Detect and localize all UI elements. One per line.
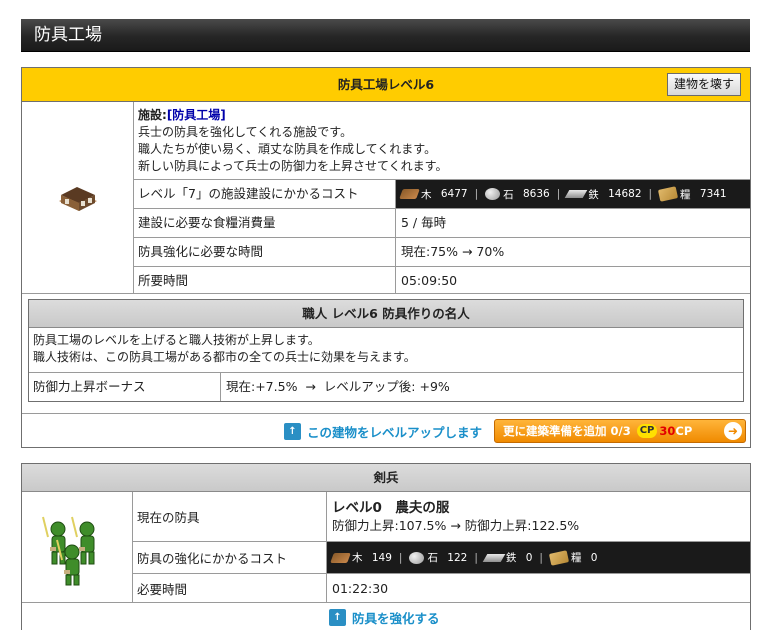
wood-icon (330, 552, 351, 563)
armor-stats: 防御力上昇:107.5% → 防御力上昇:122.5% (332, 518, 580, 533)
armor-label: 現在の防具 (133, 492, 327, 541)
stone-value: 8636 (522, 188, 550, 200)
facility-header: 防具工場レベル6 建物を壊す (22, 68, 750, 102)
unit-image (22, 492, 133, 603)
separator: | (556, 188, 561, 200)
facility-header-title: 防具工場レベル6 (337, 77, 435, 92)
duration-label: 所要時間 (134, 267, 396, 293)
facility-image (22, 102, 134, 294)
bonus-value: 現在:+7.5% → レベルアップ後: +9% (226, 379, 450, 394)
cost-values: 木 6477 | 石 8636 | 鉄 14682 | 糧 7341 (396, 180, 750, 208)
separator: | (474, 188, 479, 200)
separator: | (474, 551, 478, 564)
armor-name: レベル0 農夫の服 (332, 500, 450, 516)
wood-value: 149 (371, 551, 392, 564)
enhance-time-label: 防具強化に必要な時間 (134, 238, 396, 266)
description-line: 職人たちが使い易く、頑丈な防具を作成してくれます。 (138, 142, 437, 156)
armor-cost-row: 防具の強化にかかるコスト 木 149 | 石 122 | 鉄 0 | 糧 0 (133, 542, 750, 574)
stone-label: 石 (427, 552, 438, 564)
description-line: 新しい防具によって兵士の防御力を上昇させてくれます。 (138, 159, 448, 173)
enhance-icon: ↑ (329, 609, 346, 626)
food-row: 建設に必要な食糧消費量 5 / 毎時 (134, 209, 750, 238)
enhance-time-value: 現在:75% → 70% (401, 244, 505, 259)
stone-icon (409, 551, 425, 564)
iron-icon (482, 553, 506, 562)
food-label: 建設に必要な食糧消費量 (134, 209, 396, 237)
iron-icon (564, 190, 588, 198)
page-title: 防具工場 (21, 19, 750, 52)
stone-label: 石 (503, 188, 514, 201)
levelup-label: この建物をレベルアップします (307, 425, 483, 440)
enhance-label: 防具を強化する (352, 611, 440, 626)
wood-value: 6477 (440, 188, 468, 200)
stone-icon (485, 188, 501, 200)
cp-amount: 30 (659, 424, 676, 438)
facility-label: 施設: (138, 108, 167, 122)
arrow-right-icon: ➜ (724, 422, 742, 440)
grain-value: 7341 (699, 188, 727, 200)
armor-time-row: 必要時間 01:22:30 (133, 574, 750, 603)
duration-value: 05:09:50 (401, 273, 458, 288)
grain-label: 糧 (570, 552, 582, 564)
food-value: 5 / 毎時 (401, 215, 447, 230)
description-line: 兵士の防具を強化してくれる施設です。 (138, 125, 353, 139)
craftsman-header: 職人 レベル6 防具作りの名人 (29, 300, 743, 328)
enhance-armor-link[interactable]: ↑ 防具を強化する (329, 608, 440, 627)
cost-label: レベル「7」の施設建設にかかるコスト (134, 180, 396, 208)
bonus-label: 防御力上昇ボーナス (29, 373, 221, 401)
craftsman-line: 防具工場のレベルを上げると職人技術が上昇します。 (33, 333, 320, 347)
iron-value: 0 (525, 551, 533, 564)
separator: | (398, 551, 403, 564)
iron-value: 14682 (608, 188, 642, 200)
levelup-link[interactable]: ↑ この建物をレベルアップします (284, 422, 482, 441)
craftsman-panel: 職人 レベル6 防具作りの名人 防具工場のレベルを上げると職人技術が上昇します。… (28, 299, 744, 402)
grain-label: 糧 (680, 188, 691, 201)
armor-cost-values: 木 149 | 石 122 | 鉄 0 | 糧 0 (327, 542, 750, 573)
grain-icon (657, 186, 679, 202)
armor-row: 現在の防具 レベル0 農夫の服 防御力上昇:107.5% → 防御力上昇:122… (133, 492, 750, 542)
swordsman-icon (42, 516, 95, 586)
bonus-row: 防御力上昇ボーナス 現在:+7.5% → レベルアップ後: +9% (29, 373, 743, 401)
destroy-building-button[interactable]: 建物を壊す (666, 73, 741, 96)
enhance-time-row: 防具強化に必要な時間 現在:75% → 70% (134, 238, 750, 267)
levelup-icon: ↑ (284, 423, 301, 440)
prep-label: 更に建築準備を追加 0/3 (503, 424, 631, 438)
facility-footer: ↑ この建物をレベルアップします 更に建築準備を追加 0/3 CP 30 CP … (22, 413, 750, 447)
unit-header: 剣兵 (22, 464, 750, 492)
stone-value: 122 (447, 551, 468, 564)
wood-label: 木 (421, 188, 432, 201)
separator: | (648, 188, 653, 200)
armor-time-label: 必要時間 (133, 574, 327, 602)
wood-icon (399, 189, 420, 199)
armor-factory-icon (58, 186, 97, 211)
add-build-prep-button[interactable]: 更に建築準備を追加 0/3 CP 30 CP ➜ (494, 419, 746, 443)
facility-panel: 防具工場レベル6 建物を壊す 施設:[防具工場] 兵士の防具を強化してくれる施設… (21, 67, 751, 448)
separator: | (539, 551, 543, 564)
iron-label: 鉄 (505, 552, 517, 564)
iron-label: 鉄 (588, 188, 599, 201)
craftsman-line: 職人技術は、この防具工場がある都市の全ての兵士に効果を与えます。 (33, 350, 416, 364)
facility-description: 施設:[防具工場] 兵士の防具を強化してくれる施設です。 職人たちが使い易く、頑… (134, 102, 750, 180)
armor-cost-label: 防具の強化にかかるコスト (133, 542, 327, 573)
facility-name-link[interactable]: [防具工場] (167, 108, 226, 122)
armor-time-value: 01:22:30 (332, 580, 389, 596)
cost-row: レベル「7」の施設建設にかかるコスト 木 6477 | 石 8636 | 鉄 146… (134, 180, 750, 209)
grain-icon (548, 549, 570, 566)
cp-unit: CP (675, 424, 693, 438)
cp-coin-icon: CP (636, 424, 658, 438)
armor-value: レベル0 農夫の服 防御力上昇:107.5% → 防御力上昇:122.5% (327, 492, 750, 541)
duration-row: 所要時間 05:09:50 (134, 267, 750, 294)
grain-value: 0 (590, 551, 598, 564)
craftsman-description: 防具工場のレベルを上げると職人技術が上昇します。 職人技術は、この防具工場がある… (29, 328, 743, 373)
wood-label: 木 (352, 552, 363, 564)
unit-panel: 剣兵 現在の防具 レベル0 農夫の服 防御力上昇:107.5% → 防御力上昇:… (21, 463, 751, 630)
